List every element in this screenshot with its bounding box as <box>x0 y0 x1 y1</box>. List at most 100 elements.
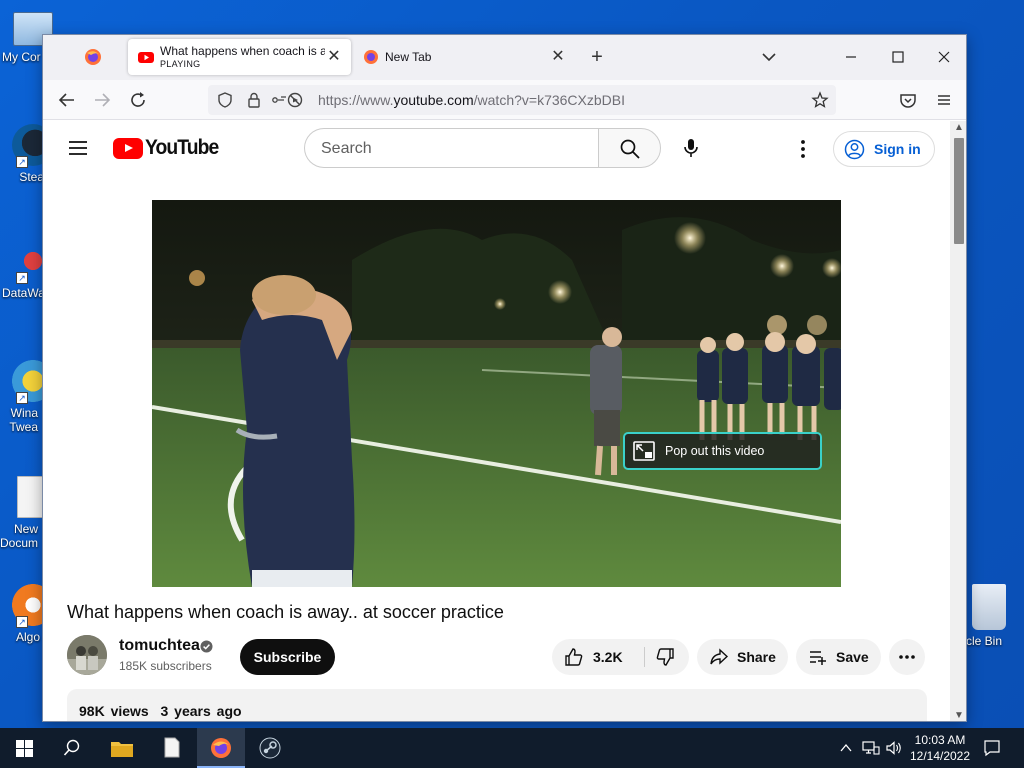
channel-name[interactable]: tomuchtea <box>119 637 200 655</box>
channel-avatar[interactable] <box>67 635 107 675</box>
sign-in-label: Sign in <box>874 141 921 157</box>
taskbar-firefox[interactable] <box>197 728 245 768</box>
tab-youtube[interactable]: What happens when coach is away.. at soc… <box>128 39 351 75</box>
taskbar-search-button[interactable] <box>48 728 96 768</box>
new-tab-button[interactable]: + <box>586 46 608 68</box>
hamburger-menu-icon[interactable] <box>67 137 89 159</box>
recycle-bin-icon <box>972 584 1006 630</box>
youtube-wordmark: YouTube <box>145 136 219 159</box>
description-box[interactable]: 98K views 3 years ago <box>67 689 927 721</box>
pop-out-video-button[interactable]: Pop out this video <box>623 432 822 470</box>
shortcut-arrow-icon: ↗ <box>16 616 28 628</box>
url-text[interactable]: https://www.youtube.com/watch?v=k736CXzb… <box>318 92 625 108</box>
pocket-icon[interactable] <box>896 88 920 112</box>
taskbar-notepad[interactable] <box>148 728 196 768</box>
pop-out-label: Pop out this video <box>665 444 765 458</box>
navigation-toolbar: https://www.youtube.com/watch?v=k736CXzb… <box>43 80 966 120</box>
folder-icon <box>111 742 133 757</box>
scroll-down-arrow-icon[interactable]: ▼ <box>950 709 966 721</box>
close-tab-icon[interactable]: ✕ <box>549 48 567 66</box>
forward-icon[interactable] <box>90 88 114 112</box>
firefox-icon <box>211 738 231 758</box>
clock-date: 12/14/2022 <box>909 749 971 763</box>
back-icon[interactable] <box>55 88 79 112</box>
tab-strip: What happens when coach is away.. at soc… <box>43 35 966 80</box>
taskbar-steam[interactable] <box>246 728 294 768</box>
lock-icon[interactable] <box>245 91 263 109</box>
video-frame <box>152 200 841 587</box>
tracking-protection-shield-icon[interactable] <box>216 91 234 109</box>
voice-search-button[interactable] <box>671 128 711 168</box>
subscribe-button[interactable]: Subscribe <box>240 639 335 675</box>
search-icon <box>63 739 80 756</box>
search-button[interactable] <box>598 128 661 168</box>
save-button[interactable]: Save <box>796 639 881 675</box>
notification-icon[interactable] <box>983 739 1001 757</box>
picture-in-picture-icon <box>633 441 655 461</box>
like-button[interactable]: 3.2K <box>552 639 644 675</box>
search-placeholder: Search <box>321 140 372 157</box>
like-count: 3.2K <box>593 649 623 665</box>
desktop-icon-recycle-bin[interactable]: rcle Bin <box>958 584 1024 648</box>
youtube-favicon-icon <box>138 52 154 63</box>
windows-logo-icon <box>16 740 33 757</box>
youtube-play-logo-icon <box>113 137 143 159</box>
bookmark-star-icon[interactable] <box>811 91 829 109</box>
tab-playing-label: PLAYING <box>160 59 201 69</box>
system-clock[interactable]: 10:03 AM 12/14/2022 <box>908 732 972 764</box>
shortcut-arrow-icon: ↗ <box>16 392 28 404</box>
share-button[interactable]: Share <box>697 639 788 675</box>
network-icon[interactable] <box>862 739 880 757</box>
youtube-logo[interactable]: YouTube <box>113 135 225 161</box>
thumbs-up-icon <box>565 648 583 666</box>
url-path: /watch?v=k736CXzbDBI <box>473 92 625 108</box>
scroll-up-arrow-icon[interactable]: ▲ <box>950 121 966 135</box>
minimize-icon[interactable] <box>836 43 866 71</box>
more-actions-button[interactable] <box>889 639 925 675</box>
tab-new-tab[interactable]: New Tab ✕ <box>353 39 575 75</box>
maximize-icon[interactable] <box>883 43 913 71</box>
search-input[interactable]: Search <box>304 128 599 168</box>
thumbs-down-icon <box>656 648 674 666</box>
reload-icon[interactable] <box>126 88 150 112</box>
url-domain: youtube.com <box>393 92 474 108</box>
view-count: 98K views <box>79 703 149 719</box>
start-button[interactable] <box>0 728 48 768</box>
firefox-view-icon[interactable] <box>83 47 103 67</box>
taskbar-file-explorer[interactable] <box>98 728 146 768</box>
app-menu-icon[interactable] <box>932 88 956 112</box>
clock-time: 10:03 AM <box>914 733 966 747</box>
more-options-icon[interactable] <box>793 138 813 160</box>
shortcut-arrow-icon: ↗ <box>16 156 28 168</box>
video-meta: 98K views 3 years ago <box>79 703 242 719</box>
chevron-up-icon[interactable] <box>839 741 853 755</box>
taskbar: 10:03 AM 12/14/2022 <box>0 728 1024 768</box>
verified-badge-icon <box>200 640 213 653</box>
avatar-image <box>67 635 107 675</box>
permissions-autoplay-blocked-icon[interactable] <box>270 91 304 109</box>
close-tab-icon[interactable]: ✕ <box>325 48 343 66</box>
microphone-icon <box>684 139 698 157</box>
dislike-button[interactable] <box>645 639 689 675</box>
upload-date: 3 years ago <box>160 703 242 719</box>
firefox-icon <box>364 50 378 64</box>
tab-title: What happens when coach is away.. at soc… <box>160 44 325 58</box>
more-horizontal-icon <box>899 655 915 659</box>
shortcut-arrow-icon: ↗ <box>16 272 28 284</box>
sign-in-button[interactable]: Sign in <box>833 131 935 167</box>
video-title: What happens when coach is away.. at soc… <box>67 602 504 622</box>
account-icon <box>844 139 865 160</box>
share-icon <box>710 648 729 665</box>
close-window-icon[interactable] <box>929 43 959 71</box>
page-scrollbar[interactable]: ▲ ▼ <box>950 121 966 721</box>
chevron-down-icon[interactable] <box>758 46 780 68</box>
volume-icon[interactable] <box>885 739 903 757</box>
save-label: Save <box>836 649 869 665</box>
video-player[interactable]: Pop out this video <box>152 200 841 587</box>
desktop-icon-label: rcle Bin <box>962 634 1003 648</box>
scrollbar-thumb[interactable] <box>954 138 964 244</box>
url-bar[interactable]: https://www.youtube.com/watch?v=k736CXzb… <box>208 85 836 115</box>
tab-title: New Tab <box>385 50 432 64</box>
subscriber-count: 185K subscribers <box>119 659 212 673</box>
share-label: Share <box>737 649 776 665</box>
